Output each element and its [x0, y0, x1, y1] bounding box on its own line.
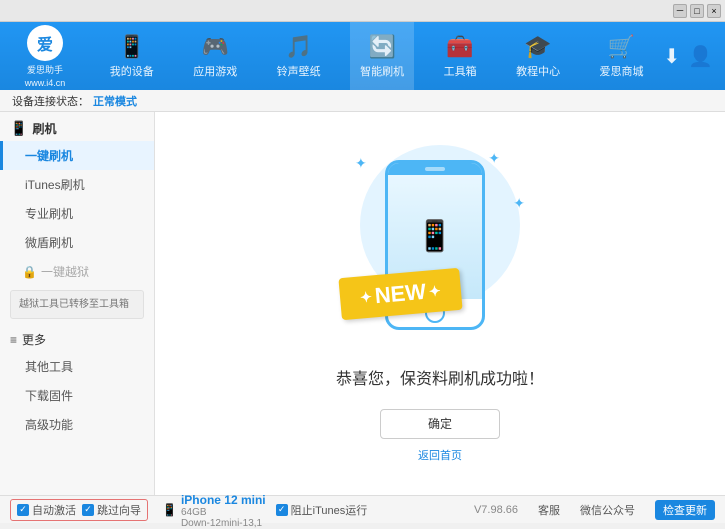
content-area: ✦ ✦ ✦ 📱 ✦ NEW ✦ 恭喜您，保资料刷机成功啦！ 确定 返: [155, 112, 725, 495]
sidebar-group-flash: 📱 刷机: [0, 112, 154, 141]
success-message: 恭喜您，保资料刷机成功啦！: [336, 365, 544, 389]
nav-toolbox-icon: 🧰: [446, 34, 473, 60]
skip-wizard-checkbox-item[interactable]: ✓ 跳过向导: [82, 502, 141, 518]
customer-link[interactable]: 客服: [538, 502, 560, 518]
stop-itunes-checkbox[interactable]: ✓: [276, 504, 288, 516]
auto-start-label: 自动激活: [32, 502, 76, 518]
nav-my-device-icon: 📱: [118, 34, 145, 60]
stop-itunes-label: 阻止iTunes运行: [291, 502, 368, 518]
jailbreak-note: 越狱工具已转移至工具箱: [10, 290, 144, 319]
nav-smart-flash[interactable]: 🔄 智能刷机: [350, 22, 414, 90]
new-text: NEW: [374, 278, 427, 308]
nav-app-games-icon: 🎮: [202, 34, 229, 60]
device-icon: 📱: [162, 503, 177, 517]
sidebar-item-itunes-flash[interactable]: iTunes刷机: [0, 170, 154, 199]
sparkle-1-icon: ✦: [355, 155, 367, 172]
main-area: 📱 刷机 一键刷机 iTunes刷机 专业刷机 微盾刷机 🔒 一键越狱 越狱工具…: [0, 112, 725, 495]
nav-app-games[interactable]: 🎮 应用游戏: [183, 22, 247, 90]
nav-ringtone-icon: 🎵: [285, 34, 312, 60]
skip-wizard-checkbox[interactable]: ✓: [82, 504, 94, 516]
flash-group-label: 刷机: [32, 120, 56, 137]
sidebar-item-advanced[interactable]: 高级功能: [0, 410, 154, 439]
new-star-left: ✦: [359, 288, 372, 306]
nav-ringtone-label: 铃声壁纸: [277, 63, 321, 79]
sidebar-group-more: ≡ 更多: [0, 323, 154, 352]
logo-icon: 爱: [27, 25, 63, 61]
nav-appstore[interactable]: 🛒 爱思商城: [590, 22, 654, 90]
sparkle-3-icon: ✦: [513, 195, 525, 212]
more-group-icon: ≡: [10, 333, 17, 347]
back-link[interactable]: 返回首页: [418, 447, 462, 463]
lock-icon: 🔒: [22, 265, 37, 279]
header-right: ⬇ 👤: [663, 44, 725, 69]
status-bar: 设备连接状态： 正常模式: [0, 90, 725, 112]
nav-bar: 📱 我的设备 🎮 应用游戏 🎵 铃声壁纸 🔄 智能刷机 🧰 工具箱 🎓 教程中心…: [90, 22, 663, 90]
sidebar-item-pro-flash[interactable]: 专业刷机: [0, 199, 154, 228]
stop-itunes-area: ✓ 阻止iTunes运行: [276, 502, 368, 518]
close-button[interactable]: ×: [707, 4, 721, 18]
more-group-label: 更多: [22, 331, 46, 348]
nav-toolbox[interactable]: 🧰 工具箱: [434, 22, 487, 90]
sparkle-2-icon: ✦: [488, 150, 500, 167]
nav-appstore-label: 爱思商城: [600, 63, 644, 79]
nav-my-device-label: 我的设备: [110, 63, 154, 79]
maximize-button[interactable]: □: [690, 4, 704, 18]
nav-smart-flash-icon: 🔄: [368, 34, 395, 60]
status-label: 设备连接状态：: [12, 93, 89, 109]
bottom-bar: ✓ 自动激活 ✓ 跳过向导 📱 iPhone 12 mini 64GB Down…: [0, 495, 725, 523]
device-info: iPhone 12 mini 64GB Down-12mini-13,1: [181, 493, 266, 529]
nav-tutorial-icon: 🎓: [524, 34, 551, 60]
logo-line1: 爱思助手: [27, 63, 63, 76]
logo-line2: www.i4.cn: [25, 78, 66, 88]
minimize-button[interactable]: －: [673, 4, 687, 18]
nav-tutorial[interactable]: 🎓 教程中心: [506, 22, 570, 90]
checkboxes-group: ✓ 自动激活 ✓ 跳过向导: [10, 499, 148, 521]
header: 爱 爱思助手 www.i4.cn 📱 我的设备 🎮 应用游戏 🎵 铃声壁纸 🔄 …: [0, 22, 725, 90]
check-update-button[interactable]: 检查更新: [655, 500, 715, 520]
confirm-button[interactable]: 确定: [380, 409, 500, 439]
auto-start-checkbox[interactable]: ✓: [17, 504, 29, 516]
nav-smart-flash-label: 智能刷机: [360, 63, 404, 79]
auto-start-checkbox-item[interactable]: ✓ 自动激活: [17, 502, 76, 518]
nav-my-device[interactable]: 📱 我的设备: [100, 22, 164, 90]
nav-toolbox-label: 工具箱: [444, 63, 477, 79]
version-text: V7.98.66: [474, 504, 518, 516]
sidebar-item-download-firmware[interactable]: 下载固件: [0, 381, 154, 410]
nav-ringtone[interactable]: 🎵 铃声壁纸: [267, 22, 331, 90]
device-version: Down-12mini-13,1: [181, 518, 266, 529]
phone-illustration: ✦ ✦ ✦ 📱 ✦ NEW ✦: [350, 145, 530, 345]
device-storage: 64GB: [181, 507, 266, 518]
user-button[interactable]: 👤: [688, 44, 713, 69]
sidebar-item-other-tools[interactable]: 其他工具: [0, 352, 154, 381]
logo-area: 爱 爱思助手 www.i4.cn: [0, 25, 90, 88]
sidebar-item-jailbreak-disabled: 🔒 一键越狱: [0, 257, 154, 286]
download-button[interactable]: ⬇: [663, 44, 680, 69]
sidebar-item-downgrade-flash[interactable]: 微盾刷机: [0, 228, 154, 257]
sidebar: 📱 刷机 一键刷机 iTunes刷机 专业刷机 微盾刷机 🔒 一键越狱 越狱工具…: [0, 112, 155, 495]
status-value: 正常模式: [93, 93, 137, 109]
sidebar-item-onekey-flash[interactable]: 一键刷机: [0, 141, 154, 170]
nav-appstore-icon: 🛒: [608, 34, 635, 60]
new-star-right: ✦: [428, 282, 441, 300]
flash-group-icon: 📱: [10, 120, 27, 137]
title-bar: － □ ×: [0, 0, 725, 22]
nav-app-games-label: 应用游戏: [193, 63, 237, 79]
bottom-right: V7.98.66 客服 微信公众号 检查更新: [474, 500, 715, 520]
wechat-link[interactable]: 微信公众号: [580, 502, 635, 518]
skip-wizard-label: 跳过向导: [97, 502, 141, 518]
nav-tutorial-label: 教程中心: [516, 63, 560, 79]
